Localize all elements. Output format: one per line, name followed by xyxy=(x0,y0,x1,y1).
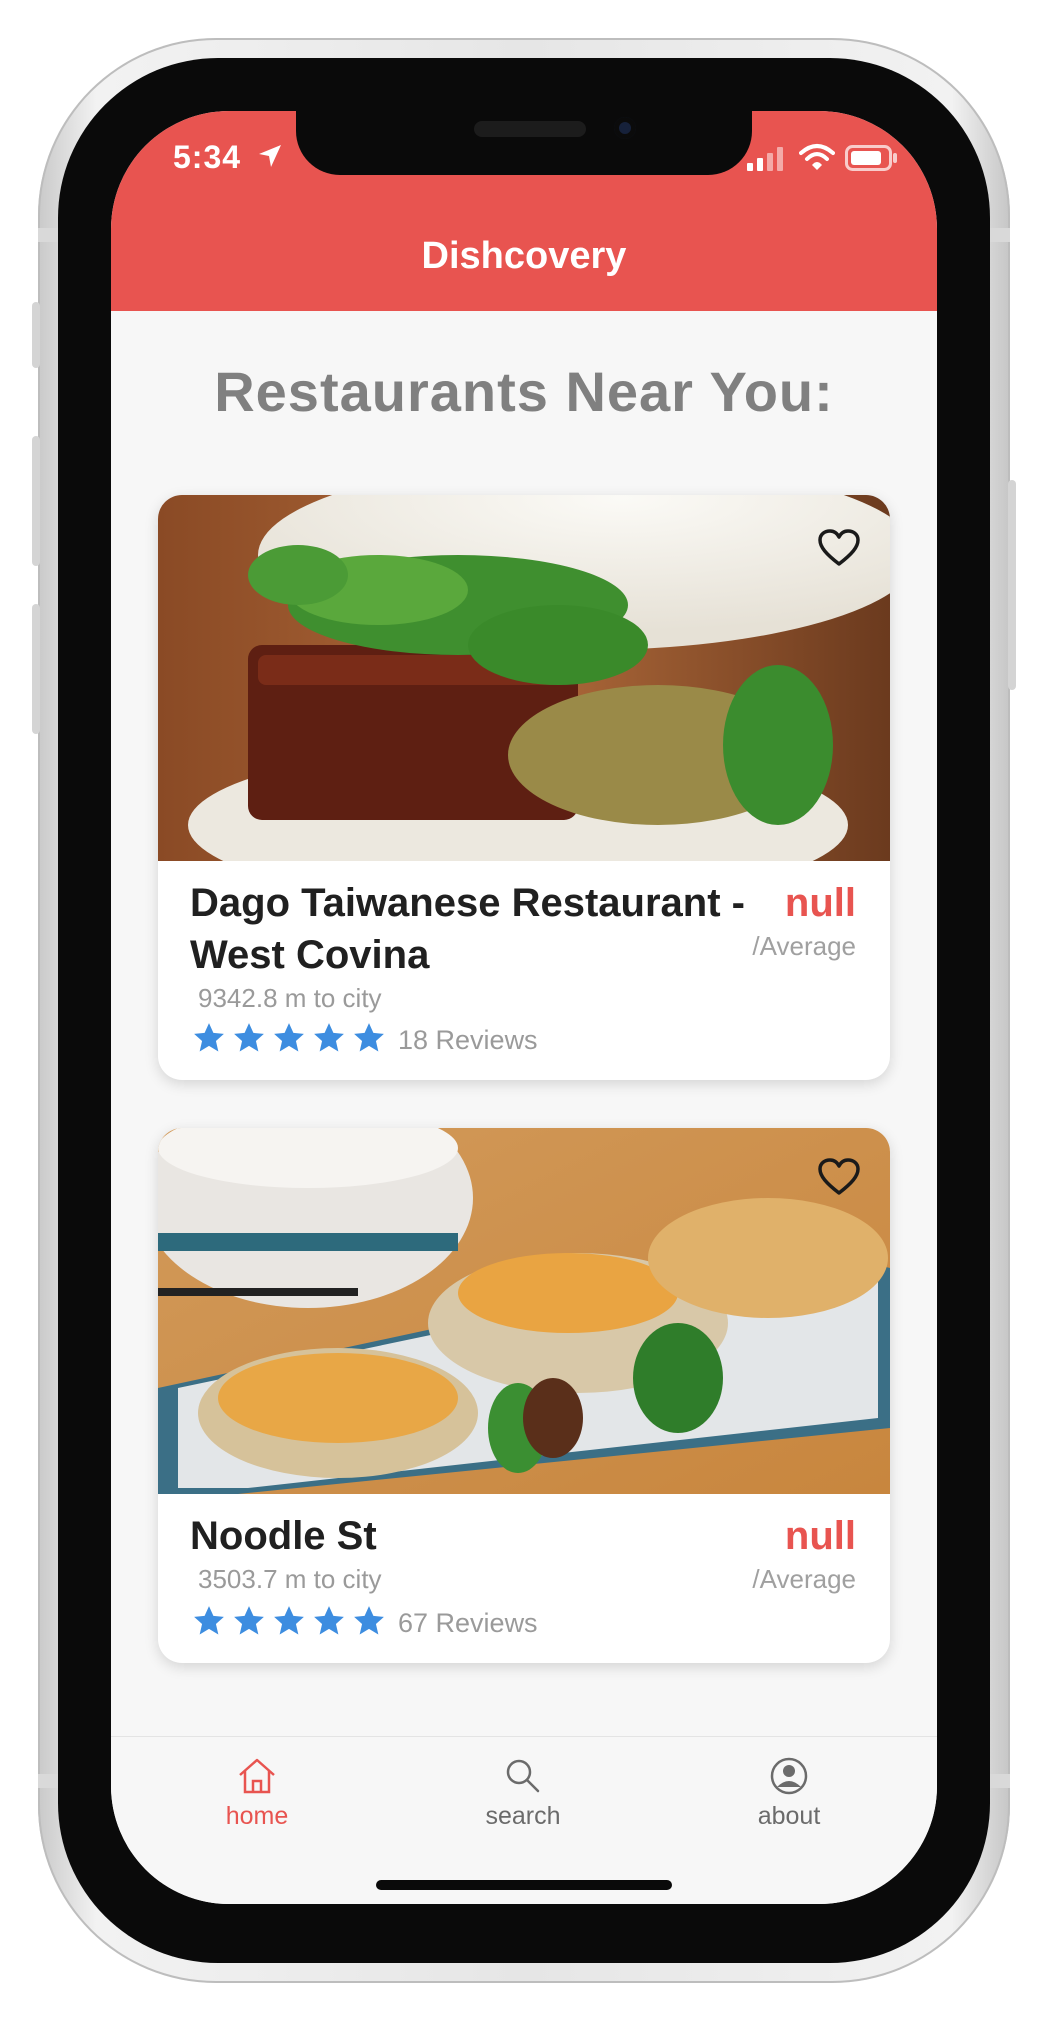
battery-icon xyxy=(845,145,897,171)
star-icon xyxy=(314,1606,344,1635)
tab-search[interactable]: search xyxy=(433,1757,613,1831)
tab-about[interactable]: about xyxy=(699,1757,879,1831)
location-arrow-icon xyxy=(259,145,281,167)
tab-label: search xyxy=(485,1802,561,1830)
restaurant-name: Noodle St xyxy=(190,1514,377,1558)
notch xyxy=(296,111,752,175)
price-value: null xyxy=(784,881,856,925)
review-count: 67 Reviews xyxy=(398,1608,538,1638)
star-icon xyxy=(354,1606,384,1635)
restaurant-card[interactable]: Noodle St null /Average 3503.7 m to city… xyxy=(158,1128,890,1663)
distance-text: 3503.7 m to city xyxy=(198,1564,382,1594)
star-rating xyxy=(192,1021,386,1055)
distance-text: 9342.8 m to city xyxy=(198,983,382,1013)
app-title: Dishcovery xyxy=(421,235,627,277)
tab-home[interactable]: home xyxy=(167,1757,347,1831)
app-screen: 5:34 Dishcovery Restaurants Near You: Da… xyxy=(111,111,937,1904)
star-icon xyxy=(314,1023,344,1052)
star-icon xyxy=(274,1023,304,1052)
section-title: Restaurants Near You: xyxy=(214,360,834,423)
restaurant-photo xyxy=(158,1128,890,1494)
average-label: /Average xyxy=(752,931,856,961)
status-time: 5:34 xyxy=(173,139,242,175)
star-icon xyxy=(354,1023,384,1052)
restaurant-photo xyxy=(158,495,890,861)
price-value: null xyxy=(784,1514,856,1558)
silent-switch xyxy=(32,302,40,368)
heart-icon[interactable] xyxy=(818,529,860,567)
restaurant-name: Dago Taiwanese Restaurant - West Covina xyxy=(190,881,745,977)
cellular-signal-icon xyxy=(747,147,783,171)
front-camera xyxy=(614,117,636,139)
star-rating xyxy=(192,1604,386,1638)
speaker-grille xyxy=(474,121,586,137)
star-icon xyxy=(234,1023,264,1052)
tab-label: home xyxy=(225,1802,289,1830)
user-icon xyxy=(770,1757,808,1795)
volume-up-button xyxy=(32,436,40,566)
home-indicator[interactable] xyxy=(376,1880,672,1890)
app-header: 5:34 Dishcovery xyxy=(111,111,937,311)
wifi-icon xyxy=(799,144,835,170)
heart-icon[interactable] xyxy=(818,1158,860,1196)
star-icon xyxy=(274,1606,304,1635)
volume-down-button xyxy=(32,604,40,734)
tab-bar: home search about xyxy=(111,1736,937,1904)
star-icon xyxy=(194,1023,224,1052)
restaurant-card[interactable]: Dago Taiwanese Restaurant - West Covina … xyxy=(158,495,890,1080)
star-icon xyxy=(194,1606,224,1635)
home-icon xyxy=(239,1758,275,1794)
review-count: 18 Reviews xyxy=(398,1025,538,1055)
average-label: /Average xyxy=(752,1564,856,1594)
search-icon xyxy=(506,1759,540,1793)
tab-label: about xyxy=(757,1802,821,1830)
power-button xyxy=(1008,480,1016,690)
star-icon xyxy=(234,1606,264,1635)
